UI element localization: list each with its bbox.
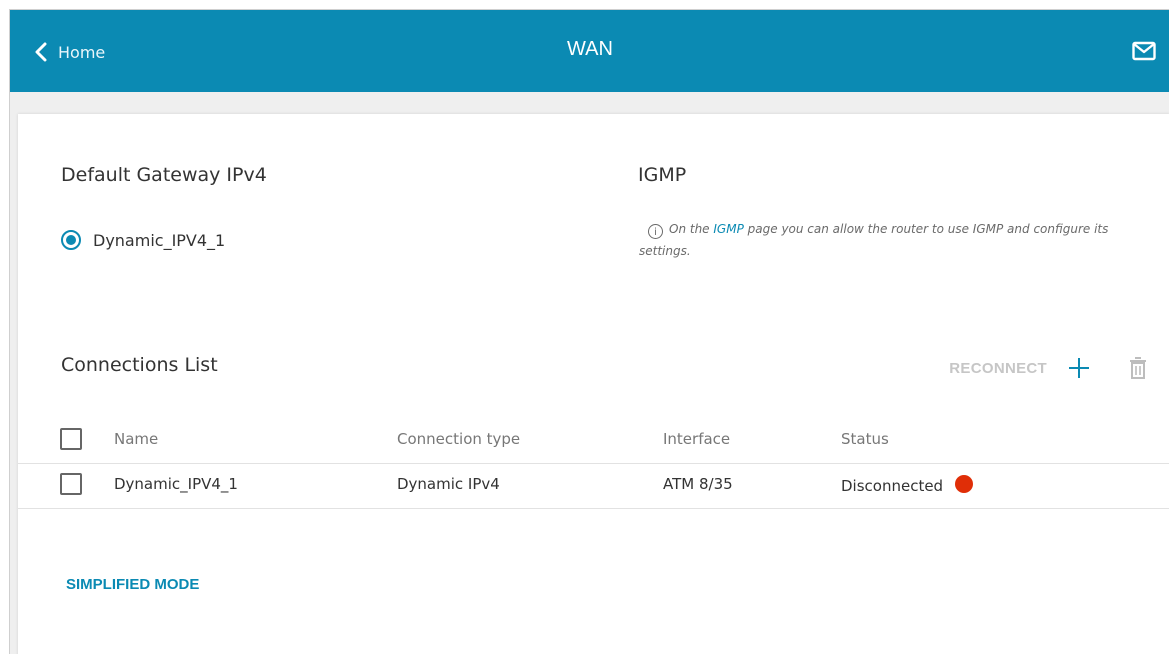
column-header-name: Name	[114, 430, 159, 448]
igmp-section-title: IGMP	[638, 164, 687, 186]
radio-selected-dot	[66, 235, 76, 245]
igmp-info-prefix: On the	[669, 222, 710, 236]
row-status-text: Disconnected	[841, 477, 944, 495]
main-card: Default Gateway IPv4 Dynamic_IPV4_1 IGMP…	[18, 114, 1169, 654]
connections-list-title: Connections List	[61, 354, 218, 376]
row-interface: ATM 8/35	[663, 475, 733, 493]
gateway-section-title: Default Gateway IPv4	[61, 164, 267, 186]
top-bar: Home WAN	[10, 10, 1169, 92]
column-header-status: Status	[841, 430, 889, 448]
mail-icon[interactable]	[1132, 40, 1156, 62]
row-connection-type: Dynamic IPv4	[397, 475, 500, 493]
plus-icon[interactable]	[1067, 356, 1091, 380]
page-title: WAN	[567, 38, 613, 60]
table-row[interactable]: Dynamic_IPV4_1 Dynamic IPv4 ATM 8/35 Dis…	[18, 464, 1169, 509]
gateway-option[interactable]: Dynamic_IPV4_1	[61, 230, 225, 250]
igmp-info-suffix: page you can allow the router to use IGM…	[639, 222, 1109, 258]
column-header-type: Connection type	[397, 430, 521, 448]
info-icon: i	[648, 224, 663, 239]
radio-button[interactable]	[61, 230, 81, 250]
table-header: Name Connection type Interface Status	[18, 419, 1169, 464]
gateway-option-label: Dynamic_IPV4_1	[93, 230, 226, 250]
reconnect-button[interactable]: RECONNECT	[949, 360, 1047, 377]
select-all-checkbox[interactable]	[60, 428, 82, 450]
column-header-interface: Interface	[663, 430, 731, 448]
row-name: Dynamic_IPV4_1	[114, 475, 238, 493]
row-checkbox[interactable]	[60, 473, 82, 495]
status-indicator-dot	[955, 475, 974, 493]
igmp-info-text: i On the IGMP page you can allow the rout…	[639, 218, 1139, 262]
app-frame: Home WAN Default Gateway IPv4 Dynamic_IP…	[9, 9, 1169, 654]
simplified-mode-link[interactable]: SIMPLIFIED MODE	[66, 576, 199, 593]
row-status: Disconnected	[841, 475, 974, 495]
trash-icon[interactable]	[1129, 356, 1147, 380]
igmp-link[interactable]: IGMP	[713, 222, 743, 236]
connections-toolbar: RECONNECT	[949, 356, 1147, 380]
